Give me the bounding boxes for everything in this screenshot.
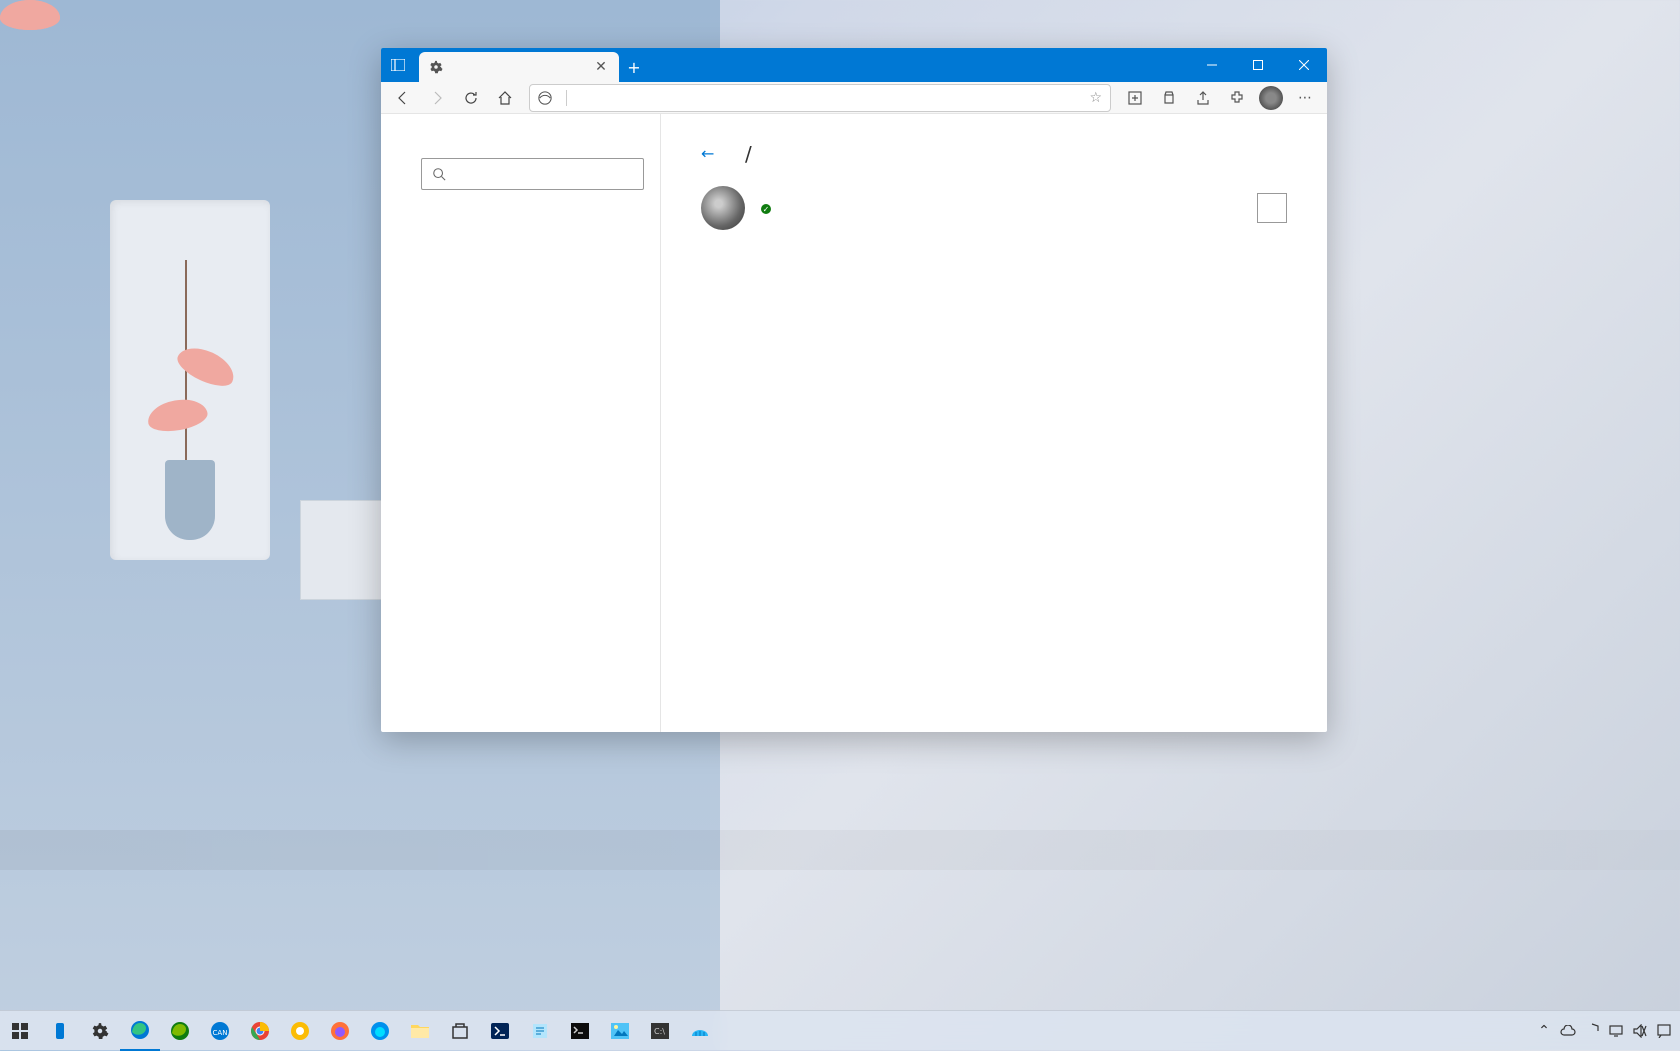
share-button[interactable]: [1187, 84, 1219, 112]
taskbar-app[interactable]: [680, 1011, 720, 1051]
search-settings[interactable]: [421, 158, 644, 190]
taskbar-terminal[interactable]: [560, 1011, 600, 1051]
close-button[interactable]: [1281, 48, 1327, 82]
search-input[interactable]: [456, 167, 633, 182]
turn-off-sync-button[interactable]: [1257, 193, 1287, 223]
forward-button[interactable]: [421, 84, 453, 112]
new-tab-button[interactable]: +: [619, 52, 649, 82]
refresh-button[interactable]: [455, 84, 487, 112]
back-button[interactable]: [387, 84, 419, 112]
search-icon: [432, 167, 446, 181]
toolbar: ☆ ⋯: [381, 82, 1327, 114]
taskbar-edge-dev[interactable]: [160, 1011, 200, 1051]
titlebar: ✕ +: [381, 48, 1327, 82]
tray-notifications-icon[interactable]: [1652, 1011, 1676, 1051]
taskbar-notepad[interactable]: [520, 1011, 560, 1051]
taskbar-edge[interactable]: [120, 1011, 160, 1051]
tab-actions-icon[interactable]: [381, 48, 415, 82]
tray-onedrive-icon[interactable]: [1556, 1011, 1580, 1051]
tab-settings[interactable]: ✕: [419, 52, 619, 82]
taskbar-chrome-canary[interactable]: [280, 1011, 320, 1051]
main-content: ← / ✓: [661, 114, 1327, 732]
separator: [566, 90, 567, 106]
taskbar-powershell[interactable]: [480, 1011, 520, 1051]
tray-security-icon[interactable]: [1580, 1011, 1604, 1051]
tabstrip: ✕ +: [415, 48, 1189, 82]
taskbar-cortana[interactable]: [40, 1011, 80, 1051]
gear-icon: [429, 60, 443, 74]
taskbar-photos[interactable]: [600, 1011, 640, 1051]
minimize-button[interactable]: [1189, 48, 1235, 82]
profile-avatar: [701, 186, 745, 230]
profile-summary: ✓: [701, 186, 1287, 230]
browser-window: ✕ + ☆ ⋯: [381, 48, 1327, 732]
taskbar-explorer[interactable]: [400, 1011, 440, 1051]
taskbar-cmd[interactable]: C:\: [640, 1011, 680, 1051]
home-button[interactable]: [489, 84, 521, 112]
taskbar-chrome[interactable]: [240, 1011, 280, 1051]
extensions-button[interactable]: [1221, 84, 1253, 112]
taskbar-firefox[interactable]: [320, 1011, 360, 1051]
shopping-button[interactable]: [1153, 84, 1185, 112]
taskbar-store[interactable]: [440, 1011, 480, 1051]
check-icon: ✓: [761, 204, 771, 214]
taskbar-edge-canary[interactable]: CAN: [200, 1011, 240, 1051]
breadcrumb-separator: /: [745, 142, 752, 166]
svg-text:C:\: C:\: [654, 1027, 665, 1036]
svg-text:CAN: CAN: [213, 1029, 228, 1037]
content-area: ← / ✓: [381, 114, 1327, 732]
menu-button[interactable]: ⋯: [1289, 84, 1321, 112]
breadcrumb-back-button[interactable]: ←: [701, 144, 721, 164]
tray-volume-icon[interactable]: [1628, 1011, 1652, 1051]
taskbar-firefox-dev[interactable]: [360, 1011, 400, 1051]
tray-network-icon[interactable]: [1604, 1011, 1628, 1051]
address-site-label: [538, 91, 558, 105]
edge-icon: [538, 91, 552, 105]
sync-status: ✓: [761, 204, 1241, 214]
window-controls: [1189, 48, 1327, 82]
start-button[interactable]: [0, 1011, 40, 1051]
maximize-button[interactable]: [1235, 48, 1281, 82]
breadcrumb: ← /: [701, 142, 1287, 166]
favorite-star-icon[interactable]: ☆: [1089, 90, 1102, 106]
tab-close-button[interactable]: ✕: [593, 59, 609, 75]
profile-avatar-button[interactable]: [1259, 86, 1283, 110]
collections-button[interactable]: [1119, 84, 1151, 112]
taskbar: CAN C:\ ⌃: [0, 1010, 1680, 1050]
taskbar-settings[interactable]: [80, 1011, 120, 1051]
settings-sidebar: [381, 114, 661, 732]
address-bar[interactable]: ☆: [529, 84, 1111, 112]
tray-chevron-up-icon[interactable]: ⌃: [1532, 1011, 1556, 1051]
